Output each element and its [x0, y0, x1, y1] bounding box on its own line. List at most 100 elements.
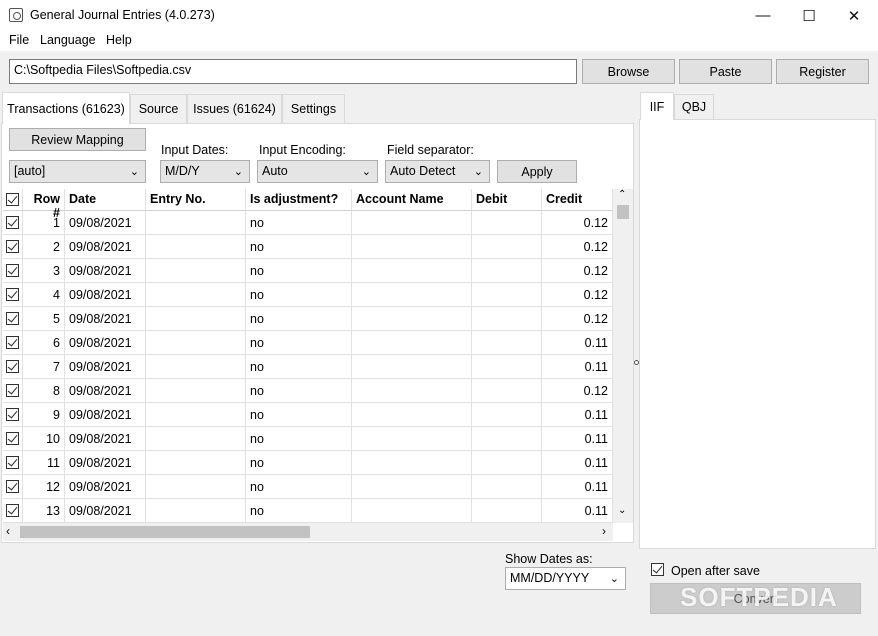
menu-language[interactable]: Language [40, 33, 96, 47]
open-after-save-label[interactable]: Open after save [671, 564, 760, 578]
cell-debit[interactable] [472, 403, 542, 427]
cell-date[interactable]: 09/08/2021 [65, 307, 146, 331]
row-select-cell[interactable] [3, 283, 23, 307]
cell-entry-no[interactable] [146, 379, 246, 403]
cell-credit[interactable]: 0.12 [542, 307, 613, 331]
cell-is-adjustment[interactable]: no [246, 307, 352, 331]
col-header-debit[interactable]: Debit [472, 189, 542, 211]
cell-credit[interactable]: 0.11 [542, 331, 613, 355]
vertical-scrollbar[interactable]: ⌃ ⌄ [613, 189, 633, 523]
hscroll-thumb[interactable] [20, 526, 310, 538]
cell-account-name[interactable] [352, 379, 472, 403]
cell-credit[interactable]: 0.11 [542, 499, 613, 523]
row-select-cell[interactable] [3, 235, 23, 259]
cell-date[interactable]: 09/08/2021 [65, 355, 146, 379]
horizontal-scrollbar[interactable]: ‹ › [3, 523, 613, 541]
cell-entry-no[interactable] [146, 499, 246, 523]
cell-is-adjustment[interactable]: no [246, 427, 352, 451]
cell-account-name[interactable] [352, 259, 472, 283]
checkbox-checked-icon[interactable] [6, 504, 19, 517]
cell-is-adjustment[interactable]: no [246, 403, 352, 427]
cell-entry-no[interactable] [146, 403, 246, 427]
checkbox-checked-icon[interactable] [6, 312, 19, 325]
cell-credit[interactable]: 0.12 [542, 379, 613, 403]
cell-debit[interactable] [472, 211, 542, 235]
cell-account-name[interactable] [352, 235, 472, 259]
tab-settings[interactable]: Settings [282, 94, 345, 123]
cell-row-number[interactable]: 11 [23, 451, 65, 475]
cell-entry-no[interactable] [146, 427, 246, 451]
cell-row-number[interactable]: 2 [23, 235, 65, 259]
cell-date[interactable]: 09/08/2021 [65, 235, 146, 259]
cell-date[interactable]: 09/08/2021 [65, 283, 146, 307]
col-header-row[interactable]: Row # [23, 189, 65, 220]
cell-is-adjustment[interactable]: no [246, 475, 352, 499]
file-path-input[interactable]: C:\Softpedia Files\Softpedia.csv [9, 59, 577, 84]
cell-debit[interactable] [472, 451, 542, 475]
cell-entry-no[interactable] [146, 331, 246, 355]
cell-is-adjustment[interactable]: no [246, 259, 352, 283]
cell-is-adjustment[interactable]: no [246, 379, 352, 403]
scroll-right-icon[interactable]: › [602, 524, 606, 538]
cell-account-name[interactable] [352, 475, 472, 499]
checkbox-checked-icon[interactable] [6, 216, 19, 229]
checkbox-checked-icon[interactable] [6, 288, 19, 301]
checkbox-checked-icon[interactable] [6, 456, 19, 469]
checkbox-checked-icon[interactable] [6, 336, 19, 349]
checkbox-checked-icon[interactable] [6, 384, 19, 397]
cell-account-name[interactable] [352, 355, 472, 379]
cell-row-number[interactable]: 7 [23, 355, 65, 379]
cell-account-name[interactable] [352, 331, 472, 355]
transactions-grid[interactable]: Row # Date Entry No. Is adjustment? Acco… [3, 189, 613, 523]
cell-row-number[interactable]: 10 [23, 427, 65, 451]
show-dates-select[interactable]: MM/DD/YYYY ⌄ [505, 567, 626, 590]
row-select-cell[interactable] [3, 379, 23, 403]
cell-account-name[interactable] [352, 499, 472, 523]
cell-date[interactable]: 09/08/2021 [65, 331, 146, 355]
cell-debit[interactable] [472, 283, 542, 307]
cell-row-number[interactable]: 3 [23, 259, 65, 283]
cell-row-number[interactable]: 1 [23, 211, 65, 235]
cell-row-number[interactable]: 6 [23, 331, 65, 355]
checkbox-checked-icon[interactable] [6, 264, 19, 277]
checkbox-checked-icon[interactable] [651, 563, 664, 576]
cell-account-name[interactable] [352, 283, 472, 307]
cell-debit[interactable] [472, 259, 542, 283]
menu-help[interactable]: Help [106, 33, 132, 47]
cell-credit[interactable]: 0.11 [542, 355, 613, 379]
cell-account-name[interactable] [352, 451, 472, 475]
cell-is-adjustment[interactable]: no [246, 331, 352, 355]
col-header-is-adjustment[interactable]: Is adjustment? [246, 189, 352, 211]
cell-is-adjustment[interactable]: no [246, 235, 352, 259]
cell-row-number[interactable]: 9 [23, 403, 65, 427]
cell-is-adjustment[interactable]: no [246, 451, 352, 475]
tab-iif[interactable]: IIF [640, 92, 674, 120]
cell-credit[interactable]: 0.12 [542, 235, 613, 259]
cell-entry-no[interactable] [146, 211, 246, 235]
cell-account-name[interactable] [352, 427, 472, 451]
cell-is-adjustment[interactable]: no [246, 499, 352, 523]
cell-credit[interactable]: 0.11 [542, 451, 613, 475]
cell-is-adjustment[interactable]: no [246, 283, 352, 307]
cell-is-adjustment[interactable]: no [246, 355, 352, 379]
col-header-credit[interactable]: Credit [542, 189, 613, 211]
apply-button[interactable]: Apply [497, 160, 577, 183]
cell-date[interactable]: 09/08/2021 [65, 379, 146, 403]
cell-debit[interactable] [472, 235, 542, 259]
row-select-cell[interactable] [3, 355, 23, 379]
cell-debit[interactable] [472, 355, 542, 379]
select-all-header[interactable] [3, 189, 23, 211]
cell-entry-no[interactable] [146, 451, 246, 475]
field-separator-select[interactable]: Auto Detect ⌄ [385, 160, 490, 183]
cell-date[interactable]: 09/08/2021 [65, 499, 146, 523]
paste-button[interactable]: Paste [679, 59, 772, 84]
cell-date[interactable]: 09/08/2021 [65, 475, 146, 499]
row-select-cell[interactable] [3, 475, 23, 499]
cell-credit[interactable]: 0.12 [542, 211, 613, 235]
checkbox-checked-icon[interactable] [6, 193, 19, 206]
mapping-select[interactable]: [auto] ⌄ [9, 160, 146, 183]
maximize-button[interactable]: ☐ [786, 0, 832, 31]
cell-debit[interactable] [472, 475, 542, 499]
tab-source[interactable]: Source [130, 94, 187, 123]
scroll-thumb[interactable] [617, 205, 629, 219]
